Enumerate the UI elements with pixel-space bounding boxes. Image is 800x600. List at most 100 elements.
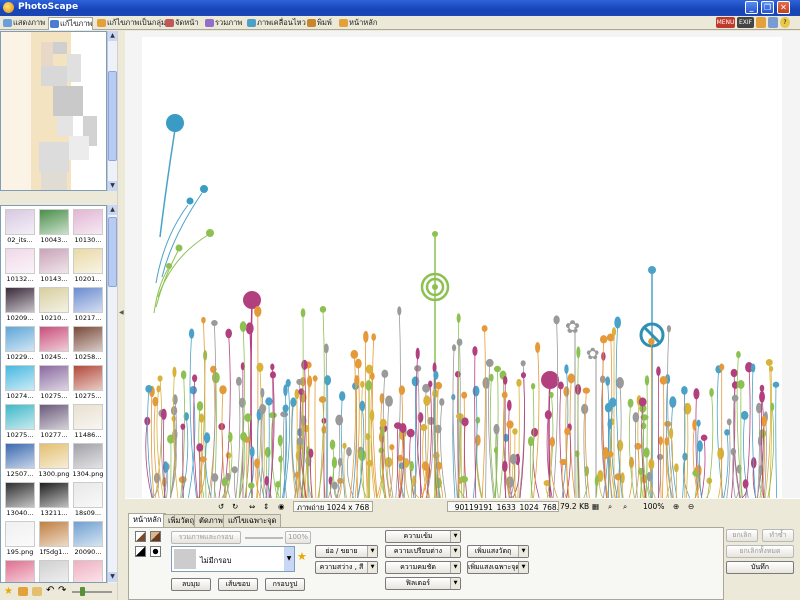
info-icon[interactable]: ◉ [278,501,285,512]
thumbnail-grid[interactable]: 02_its... 10043... 10130... 10132... 10143..… [0,205,107,583]
exif-icon[interactable]: EXIF [737,17,754,28]
flip-horizontal-icon[interactable]: ⇔ [249,501,255,512]
tab-6[interactable]: พิมพ์ [306,17,332,30]
thumbnail-item[interactable]: 20090... [72,521,104,558]
thumbnail-item[interactable]: 10143... [38,248,70,285]
tab-spot-edit[interactable]: แก้ไขเฉพาะจุด [223,514,282,527]
thumbnail-item[interactable] [4,560,36,582]
tab-2[interactable]: แก้ไขภาพเป็นกลุ่ม [96,17,166,30]
backlight-dropdown[interactable]: ความเปรียบต่าง [385,545,461,558]
thumbnail-item[interactable]: 13040... [4,482,36,519]
tree-scrollbar[interactable]: ▲ ▼ [107,31,117,191]
tab-7[interactable]: หน้าหลัก [338,17,377,30]
help-icon[interactable]: ? [780,17,790,28]
panel-splitter[interactable]: ◀ [117,31,125,600]
thumbnail-item[interactable]: 10210... [38,287,70,324]
filter-dropdown[interactable]: ฟิลเตอร์ [385,577,461,590]
thumbnail-item[interactable]: 18s09... [72,482,104,519]
thumbnail-item[interactable]: 10132... [4,248,36,285]
scroll-up-icon[interactable]: ▲ [108,205,117,215]
window-layout-icon[interactable] [768,17,778,28]
close-button[interactable]: ✕ [777,1,790,14]
favorite-star-icon[interactable]: ★ [297,550,307,563]
frame-style-icon[interactable] [135,531,146,542]
thumbnail-item[interactable]: 10275... [38,365,70,402]
scroll-down-icon[interactable]: ▼ [108,181,117,191]
zoom-out-icon[interactable]: ⊖ [688,501,694,512]
grid-icon[interactable]: ▦ [592,501,599,512]
folder-preview-panel[interactable] [0,31,107,191]
thumbnail-item[interactable]: 13211... [38,482,70,519]
undo-all-button[interactable]: ยกเลิกทั้งหมด [726,545,794,558]
brightness-dropdown[interactable]: ความสว่าง , สี [315,561,378,574]
thumbnail-item[interactable]: 10130... [72,209,104,246]
thumbnail-item[interactable]: 10209... [4,287,36,324]
add-object-light-dropdown[interactable]: เพิ่มแสงวัตถุ [467,545,529,558]
thumbnail-item[interactable]: 1304.png [72,443,104,480]
tab-0[interactable]: แสดงภาพ [2,17,45,30]
tab-home[interactable]: หน้าหลัก [128,513,167,527]
thumbnail-item[interactable]: 10245... [38,326,70,363]
thumbnail-item[interactable]: 10217... [72,287,104,324]
frame-style-icon[interactable] [135,546,146,557]
undo-button[interactable]: ยกเลิก [726,529,758,542]
favorite-star-icon[interactable]: ★ [4,586,13,597]
folder-icon[interactable] [18,587,28,596]
rotate-right-icon[interactable]: ↻ [232,501,238,512]
thumbnail-size-slider[interactable] [72,591,112,593]
contrast-dropdown[interactable]: ความเข้ม [385,530,461,543]
tab-3[interactable]: จัดหน้า [164,17,199,30]
image-canvas[interactable]: ✿ ✿ [125,31,800,498]
forward-arrow-icon[interactable]: ↷ [58,585,66,596]
add-spot-light-dropdown[interactable]: เพิ่มแสงเฉพาะจุด [467,561,529,574]
chevron-down-icon[interactable]: ▼ [284,547,294,571]
zoom-actual-icon[interactable]: ⌕ [623,501,627,512]
thumbnail-item[interactable] [72,560,104,582]
frame-opacity-slider[interactable] [245,537,283,539]
round-corner-button[interactable]: ลบมุม [171,578,211,591]
save-button[interactable]: บันทึก [726,561,794,574]
thumbnail-item[interactable] [38,560,70,582]
open-folder-icon[interactable] [32,587,42,596]
slider-handle[interactable] [80,587,85,596]
thumbnail-item[interactable]: 10258... [72,326,104,363]
scroll-up-icon[interactable]: ▲ [108,31,117,41]
thumbnail-item[interactable]: 1f5dg1... [38,521,70,558]
tab-5[interactable]: ภาพเคลื่อนไหว [246,17,306,30]
zoom-fit-icon[interactable]: ⌕ [608,501,612,512]
collapse-arrow-icon[interactable]: ◀ [119,309,124,316]
thumbnail-item[interactable]: 02_its... [4,209,36,246]
thumbnail-item[interactable]: 11486... [72,404,104,441]
flip-vertical-icon[interactable]: ⇕ [263,501,269,512]
thumbnail-scrollbar[interactable]: ▲ ▼ [107,205,117,583]
thumbnail-item[interactable]: 10275... [72,365,104,402]
frame-select[interactable]: ไม่มีกรอบ ▼ [171,546,295,572]
folder-icon[interactable] [756,17,766,28]
scroll-thumb[interactable] [108,71,117,161]
frame-style-icon[interactable] [150,546,161,557]
menu-icon[interactable]: MENU [716,17,735,28]
frame-style-icon[interactable] [150,531,161,542]
frame-button[interactable]: กรอบรูป [265,578,305,591]
scroll-down-icon[interactable]: ▼ [108,572,117,582]
tab-1[interactable]: แก้ไขภาพ [48,17,94,30]
tab-4[interactable]: รวมภาพ [204,17,242,30]
zoom-in-icon[interactable]: ⊕ [673,501,679,512]
thumbnail-item[interactable]: 195.png [4,521,36,558]
resize-dropdown[interactable]: ย่อ / ขยาย [315,545,378,558]
rotate-left-icon[interactable]: ↺ [218,501,224,512]
thumbnail-item[interactable]: 10043... [38,209,70,246]
thumbnail-item[interactable]: 10229... [4,326,36,363]
thumbnail-item[interactable]: 1300.png [38,443,70,480]
frame-percent-field[interactable]: 100% [285,531,311,544]
thumbnail-item[interactable]: 10201... [72,248,104,285]
thumbnail-item[interactable]: 12507... [4,443,36,480]
sharpen-dropdown[interactable]: ความคมชัด [385,561,461,574]
scroll-thumb[interactable] [108,217,117,287]
minimize-button[interactable]: _ [745,1,758,14]
back-arrow-icon[interactable]: ↶ [46,585,54,596]
merge-frame-checkbox[interactable]: รวมภาพและกรอบ [171,531,241,544]
thumbnail-item[interactable]: 10277... [38,404,70,441]
redo-button[interactable]: ทำซ้ำ [762,529,794,542]
maximize-button[interactable]: ❐ [761,1,774,14]
